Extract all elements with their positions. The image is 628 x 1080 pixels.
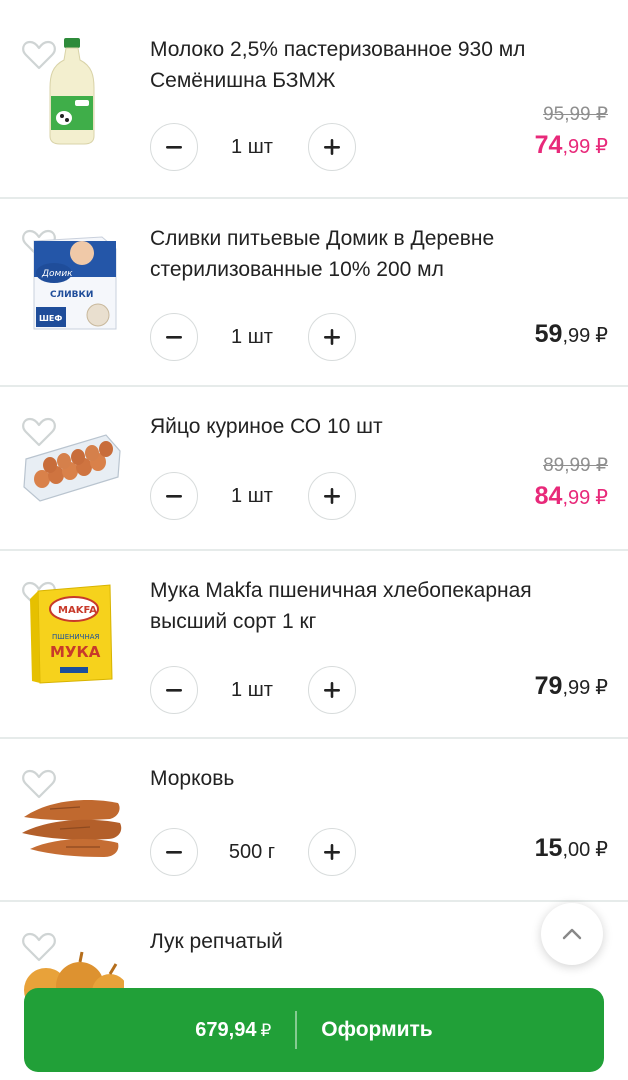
product-name[interactable]: Морковь [150, 763, 605, 794]
svg-text:СЛИВКИ: СЛИВКИ [50, 290, 93, 300]
old-price: 95,99 ₽ [543, 104, 608, 125]
chevron-up-icon [562, 928, 582, 940]
current-price: 74,99 ₽ [534, 131, 608, 159]
minus-icon [166, 495, 182, 498]
cart-item: Домик СЛИВКИ ШЕФ Сливки питьевые Домик в… [0, 199, 628, 387]
scroll-to-top-button[interactable] [541, 903, 603, 965]
current-price: 84,99 ₽ [534, 482, 608, 510]
current-price: 79,99 ₽ [534, 672, 608, 700]
minus-icon [166, 336, 182, 339]
plus-icon [324, 139, 340, 155]
svg-text:Домик: Домик [41, 269, 73, 279]
decrease-quantity-button[interactable] [150, 666, 198, 714]
decrease-quantity-button[interactable] [150, 123, 198, 171]
old-price: 89,99 ₽ [543, 455, 608, 476]
quantity-value: 1 шт [231, 679, 273, 701]
svg-text:МУКА: МУКА [50, 643, 101, 661]
carrots-image [22, 799, 122, 857]
cart-item: MAKFA ПШЕНИЧНАЯ МУКА Мука Makfa пшенична… [0, 551, 628, 739]
product-name[interactable]: Лук репчатый [150, 926, 605, 957]
eggs-carton-image [23, 434, 121, 502]
decrease-quantity-button[interactable] [150, 828, 198, 876]
cart-item: Морковь 500 г 15,00 ₽ [0, 739, 628, 902]
cart-item: Молоко 2,5% пастеризованное 930 мл Семён… [0, 0, 628, 199]
product-name[interactable]: Яйцо куриное СО 10 шт [150, 411, 605, 442]
increase-quantity-button[interactable] [308, 666, 356, 714]
product-name[interactable]: Сливки питьевые Домик в Деревне стерилиз… [150, 223, 605, 285]
svg-text:MAKFA: MAKFA [58, 605, 97, 616]
plus-icon [324, 488, 340, 504]
quantity-value: 1 шт [231, 136, 273, 158]
svg-text:ШЕФ: ШЕФ [39, 314, 62, 323]
minus-icon [166, 689, 182, 692]
current-price: 59,99 ₽ [534, 320, 608, 348]
minus-icon [166, 851, 182, 854]
cart-item: Яйцо куриное СО 10 шт 1 шт 89,99 ₽ 84,99… [0, 387, 628, 551]
cart-total: 679,94 ₽ [195, 1018, 272, 1041]
plus-icon [324, 844, 340, 860]
minus-icon [166, 146, 182, 149]
product-name[interactable]: Молоко 2,5% пастеризованное 930 мл Семён… [150, 34, 605, 96]
increase-quantity-button[interactable] [308, 472, 356, 520]
cream-carton-image: Домик СЛИВКИ ШЕФ [33, 236, 117, 330]
current-price: 15,00 ₽ [534, 834, 608, 862]
increase-quantity-button[interactable] [308, 313, 356, 361]
svg-text:ПШЕНИЧНАЯ: ПШЕНИЧНАЯ [52, 633, 100, 641]
plus-icon [324, 682, 340, 698]
milk-bottle-image [49, 38, 95, 145]
checkout-label: Оформить [321, 1018, 433, 1041]
quantity-value: 1 шт [231, 326, 273, 348]
plus-icon [324, 329, 340, 345]
product-name[interactable]: Мука Makfa пшеничная хлебопекарная высши… [150, 575, 605, 637]
divider [295, 1011, 298, 1049]
increase-quantity-button[interactable] [308, 123, 356, 171]
quantity-value: 1 шт [231, 485, 273, 507]
checkout-button[interactable]: 679,94 ₽ Оформить [24, 988, 604, 1072]
flour-pack-image: MAKFA ПШЕНИЧНАЯ МУКА [30, 584, 113, 684]
quantity-value: 500 г [228, 841, 276, 863]
increase-quantity-button[interactable] [308, 828, 356, 876]
decrease-quantity-button[interactable] [150, 313, 198, 361]
decrease-quantity-button[interactable] [150, 472, 198, 520]
